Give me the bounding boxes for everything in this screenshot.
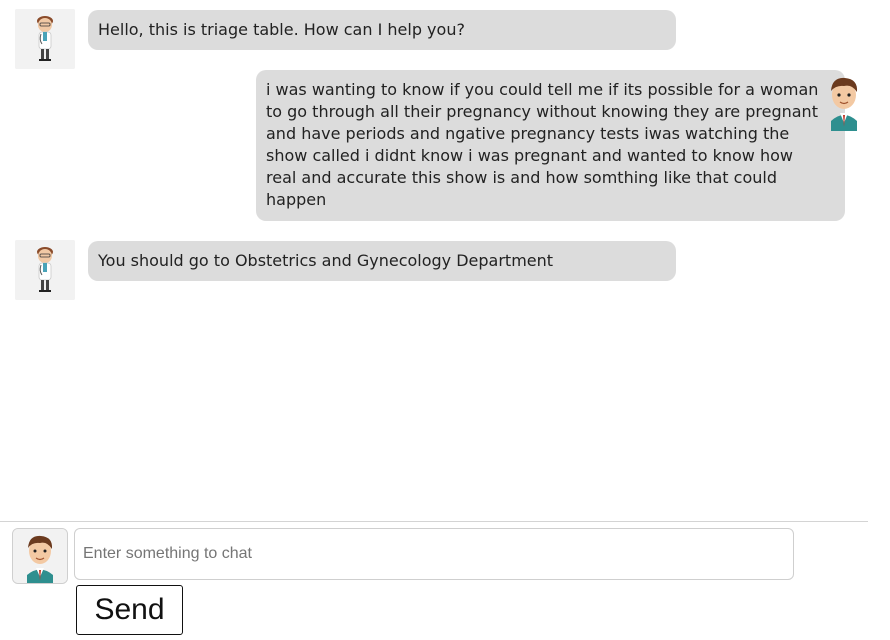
send-button[interactable]: Send xyxy=(76,585,183,635)
user-message-text: i was wanting to know if you could tell … xyxy=(266,80,819,209)
chat-input[interactable] xyxy=(74,528,794,580)
bot-message-text: You should go to Obstetrics and Gynecolo… xyxy=(98,251,554,270)
bot-message-text: Hello, this is triage table. How can I h… xyxy=(98,20,465,39)
doctor-avatar xyxy=(15,240,75,300)
bot-message-bubble: You should go to Obstetrics and Gynecolo… xyxy=(88,241,676,281)
user-avatar xyxy=(818,71,870,131)
user-avatar xyxy=(12,528,68,584)
user-message-bubble: i was wanting to know if you could tell … xyxy=(256,70,845,221)
composer-divider xyxy=(0,521,868,522)
chat-page: Hello, this is triage table. How can I h… xyxy=(0,0,890,640)
bot-message-bubble: Hello, this is triage table. How can I h… xyxy=(88,10,676,50)
doctor-avatar xyxy=(15,9,75,69)
